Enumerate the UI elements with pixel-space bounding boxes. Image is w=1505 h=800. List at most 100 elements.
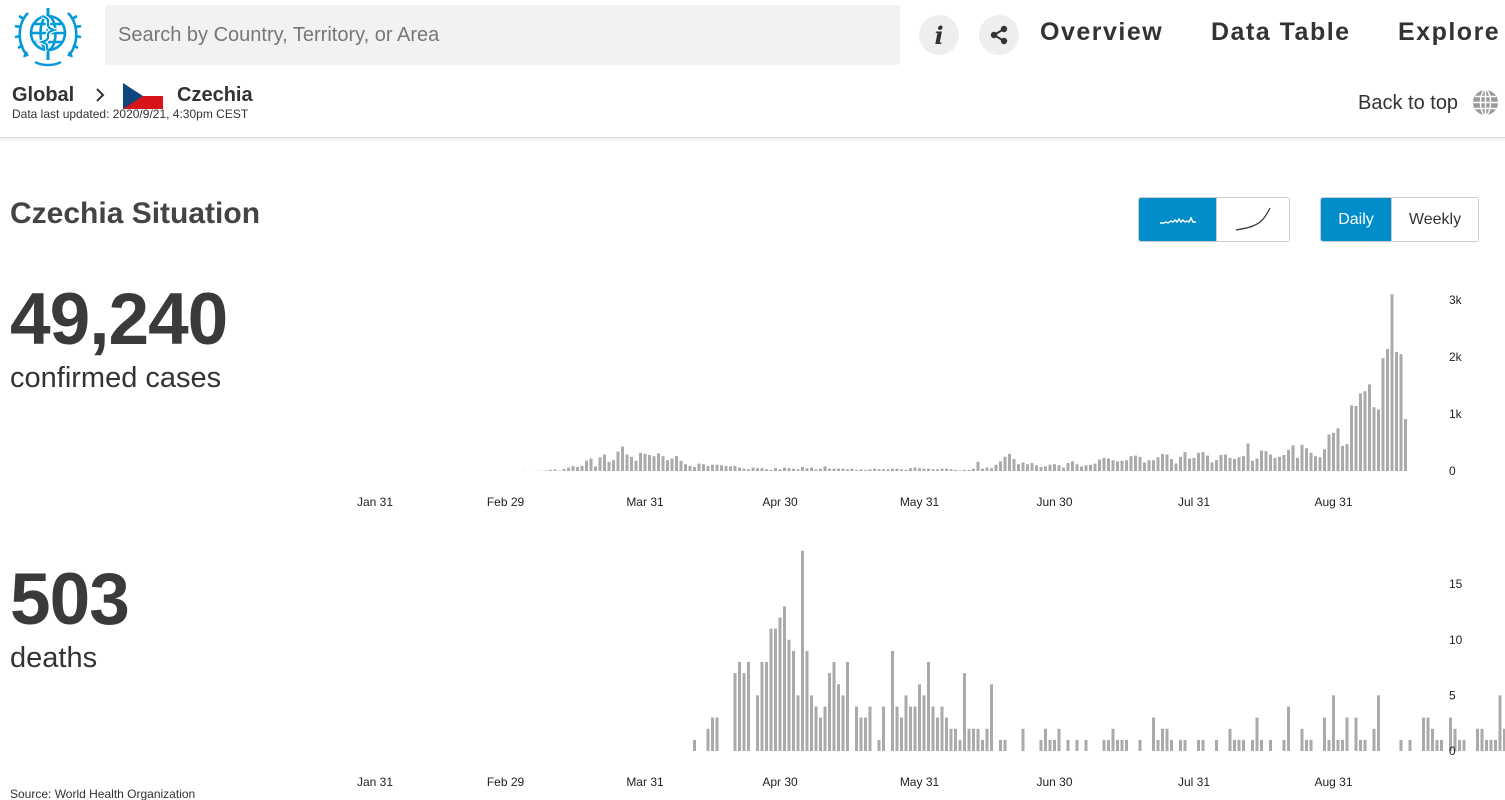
deaths-bar — [783, 606, 786, 751]
cases-bar — [1233, 459, 1236, 471]
cases-bar — [1039, 467, 1043, 471]
info-button[interactable]: i — [919, 15, 959, 55]
deaths-bar — [1399, 739, 1403, 751]
cases-bar — [625, 454, 629, 471]
deaths-bar — [1197, 739, 1200, 751]
cases-bar — [706, 465, 710, 471]
nav-data-table[interactable]: Data Table — [1211, 18, 1351, 47]
deaths-bar — [1327, 739, 1331, 751]
cases-bar — [787, 468, 791, 472]
cases-bar — [585, 460, 588, 471]
deaths-bar — [774, 628, 777, 751]
cases-bar — [661, 456, 665, 471]
cases-y-tick-label: 1k — [1449, 407, 1463, 421]
deaths-bar — [1102, 739, 1106, 751]
deaths-bar — [1305, 739, 1308, 751]
cases-total: 49,240 — [10, 279, 228, 360]
nav-explore[interactable]: Explore — [1398, 18, 1500, 47]
chart-view-toggle — [1138, 197, 1290, 242]
cases-bar — [909, 468, 912, 472]
cases-bar — [891, 468, 894, 471]
cases-bar — [1111, 460, 1115, 471]
deaths-bar — [1183, 739, 1187, 751]
deaths-x-tick-label: May 31 — [900, 775, 940, 789]
search-input[interactable] — [105, 5, 900, 65]
deaths-bar — [1458, 739, 1461, 751]
deaths-bar — [841, 695, 845, 751]
cases-bar — [805, 468, 809, 472]
deaths-x-tick-label: Jun 30 — [1036, 775, 1072, 789]
cases-bar — [810, 467, 813, 471]
cases-bar — [720, 465, 723, 471]
cumulative-curve-button[interactable] — [1216, 198, 1289, 241]
cases-bar — [553, 469, 557, 471]
deaths-bar — [859, 717, 863, 751]
cases-bar — [1003, 456, 1007, 472]
cases-bar — [1350, 405, 1353, 471]
deaths-bar — [1120, 739, 1124, 751]
cases-bar — [985, 467, 989, 471]
cases-bar — [1323, 449, 1326, 471]
deaths-bar — [1359, 739, 1362, 751]
deaths-x-tick-label: Jul 31 — [1178, 775, 1210, 789]
deaths-bar — [999, 739, 1002, 751]
deaths-bar — [936, 717, 939, 751]
cases-bar — [895, 468, 899, 471]
cases-bar — [846, 469, 849, 471]
deaths-bar — [877, 739, 881, 751]
cases-bar — [823, 466, 827, 471]
cases-chart: Jan 31 Feb 29 Mar 31 Apr 30 May 31 Jun 30 Jul … — [357, 293, 1463, 509]
daily-line-button[interactable] — [1139, 198, 1216, 241]
deaths-bar — [760, 662, 764, 751]
cases-bar — [598, 457, 602, 471]
deaths-bar — [814, 706, 818, 751]
cases-bar — [841, 468, 845, 471]
last-updated-text: Data last updated: 2020/9/21, 4:30pm CES… — [12, 107, 249, 121]
search-box[interactable] — [105, 5, 900, 65]
cases-bar — [1008, 453, 1011, 471]
deaths-bar — [810, 695, 813, 751]
cases-bar — [1341, 445, 1344, 471]
deaths-bar — [1161, 728, 1164, 752]
cases-bar — [963, 469, 966, 471]
deaths-bar — [1179, 739, 1182, 751]
deaths-bar — [846, 662, 849, 751]
cases-bar — [562, 469, 566, 471]
cases-bar — [873, 468, 876, 471]
deaths-x-tick-label: Apr 30 — [762, 775, 798, 789]
cases-bar — [630, 456, 633, 472]
info-icon: i — [934, 20, 944, 50]
deaths-chart: Jan 31 Feb 29 Mar 31 Apr 30 May 31 Jun 30 Jul … — [357, 550, 1505, 789]
deaths-bar — [1363, 739, 1367, 751]
deaths-bar — [742, 673, 746, 751]
cases-bar — [1156, 457, 1160, 471]
deaths-bar — [832, 662, 836, 751]
deaths-bar — [769, 628, 773, 751]
cases-bar — [1359, 393, 1362, 471]
who-logo-icon[interactable] — [11, 2, 85, 68]
cases-x-tick-label: Feb 29 — [487, 495, 525, 509]
breadcrumb-global[interactable]: Global — [12, 84, 74, 107]
cases-bar — [778, 469, 782, 471]
daily-button[interactable]: Daily — [1321, 198, 1391, 241]
globe-icon[interactable] — [1472, 89, 1499, 116]
cases-bar — [1102, 457, 1106, 471]
deaths-bar — [1440, 739, 1443, 751]
cases-bar — [1089, 464, 1092, 471]
cases-bar — [859, 469, 863, 471]
header: i Overview Data Table Explore Global Cze… — [0, 0, 1505, 138]
deaths-bar — [1462, 739, 1466, 751]
deaths-bar — [733, 673, 737, 751]
deaths-bar — [1165, 728, 1169, 752]
weekly-button[interactable]: Weekly — [1391, 198, 1478, 241]
cases-bar — [882, 469, 885, 471]
nav-overview[interactable]: Overview — [1040, 18, 1163, 47]
deaths-bar — [1039, 739, 1043, 751]
cases-bar — [1395, 351, 1398, 471]
back-to-top-link[interactable]: Back to top — [1358, 92, 1458, 115]
cases-bar — [1165, 454, 1169, 471]
deaths-bar — [1075, 739, 1079, 751]
share-button[interactable] — [979, 15, 1019, 55]
source-note: Source: World Health Organization — [10, 787, 196, 800]
cases-bar — [864, 469, 867, 471]
